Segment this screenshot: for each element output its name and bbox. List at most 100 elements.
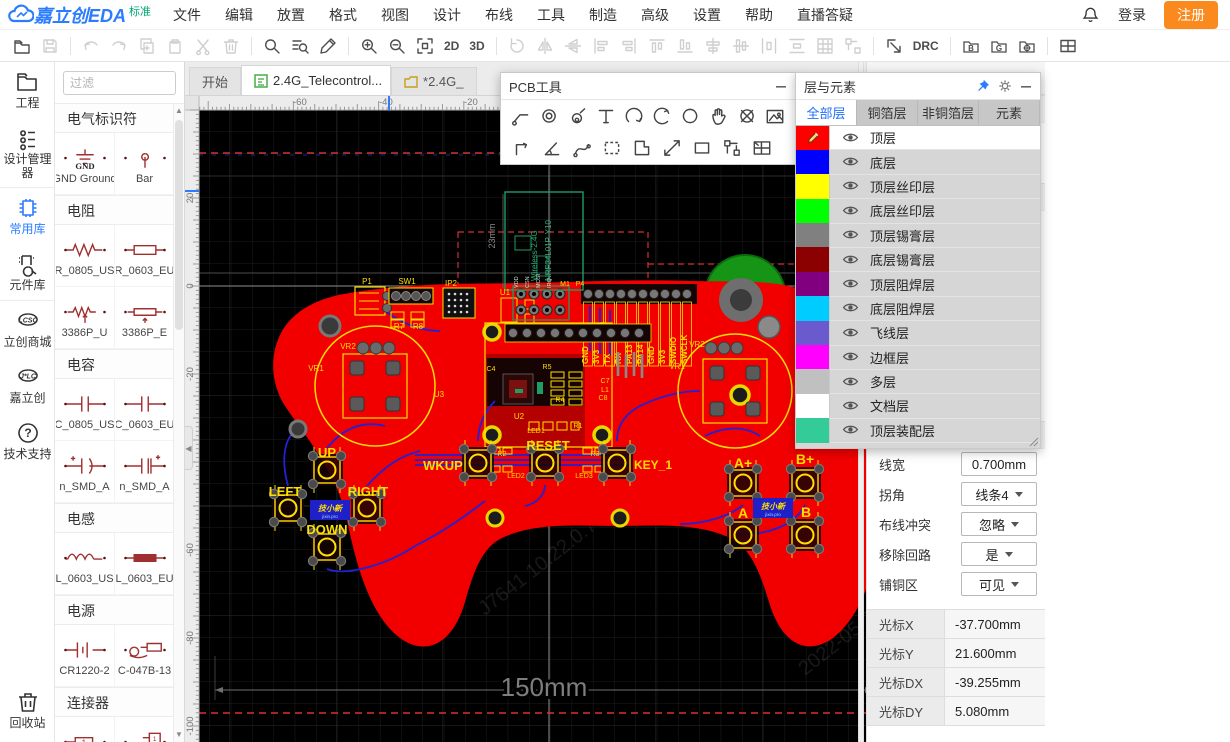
document-tab-0[interactable]: 开始	[189, 67, 241, 95]
zoom-out-button[interactable]	[383, 33, 411, 59]
layer-row-0[interactable]: 顶层	[796, 126, 1040, 150]
menu-item-0[interactable]: 文件	[161, 1, 213, 29]
library-component[interactable]: 1M-2.54	[55, 717, 115, 742]
pcb-tool-arc2[interactable]	[650, 103, 674, 129]
pcb-tool-track[interactable]	[509, 103, 533, 129]
property-dropdown[interactable]: 是	[961, 542, 1037, 566]
pin-icon[interactable]	[976, 79, 990, 93]
gerber-folder-button[interactable]: G	[985, 33, 1013, 59]
layer-row-3[interactable]: 底层丝印层	[796, 199, 1040, 223]
layers-tab-铜箔层[interactable]: 铜箔层	[857, 100, 918, 125]
pcb-tool-solidregion[interactable]	[629, 135, 655, 161]
sidebar-item-manager[interactable]: 设计管理器	[0, 118, 55, 188]
eye-icon[interactable]	[842, 275, 860, 293]
property-dropdown[interactable]: 线条4	[961, 482, 1037, 506]
layer-color-swatch[interactable]	[796, 321, 830, 345]
pcb-tool-text[interactable]	[594, 103, 618, 129]
layer-color-swatch[interactable]	[796, 174, 830, 198]
library-component[interactable]: 3386P_E	[115, 287, 175, 349]
property-dropdown[interactable]: 忽略	[961, 512, 1037, 536]
library-section-title[interactable]: 电容	[55, 349, 184, 379]
filter-input[interactable]	[63, 71, 176, 95]
menu-item-3[interactable]: 格式	[317, 1, 369, 29]
layer-color-swatch[interactable]	[796, 418, 830, 442]
layer-color-swatch[interactable]	[796, 199, 830, 223]
library-component[interactable]: 12F-2.54	[115, 717, 175, 742]
pcb-tool-dimension[interactable]	[539, 135, 565, 161]
eye-icon[interactable]	[842, 324, 860, 342]
pcb-tool-groupsel[interactable]	[719, 135, 745, 161]
notification-bell-icon[interactable]	[1081, 5, 1100, 25]
library-component[interactable]: C-047B-13	[115, 625, 175, 687]
menu-item-11[interactable]: 帮助	[733, 1, 785, 29]
layer-color-swatch[interactable]	[796, 296, 830, 320]
library-component[interactable]: R_0603_EU	[115, 225, 175, 287]
pcb-tool-selectrect[interactable]	[599, 135, 625, 161]
library-component[interactable]: 3386P_U	[55, 287, 115, 349]
eye-icon[interactable]	[842, 129, 860, 147]
app-logo[interactable]: 嘉立创EDA 标准	[0, 2, 161, 28]
resize-handle[interactable]	[1027, 435, 1039, 447]
eye-icon[interactable]	[842, 153, 860, 171]
pcb-tool-spline[interactable]	[569, 135, 595, 161]
layer-color-swatch[interactable]	[796, 223, 830, 247]
library-component[interactable]: n_SMD_A	[55, 441, 115, 503]
layer-color-swatch[interactable]	[796, 345, 830, 369]
pcb-tool-measure[interactable]	[659, 135, 685, 161]
pcb-tool-via[interactable]	[565, 103, 589, 129]
sidebar-item-project[interactable]: 工程	[0, 62, 55, 118]
eye-icon[interactable]	[842, 348, 860, 366]
drc-button[interactable]: DRC	[908, 33, 944, 59]
pcb-tool-hand[interactable]	[706, 103, 730, 129]
pcb-tool-keepout[interactable]	[735, 103, 759, 129]
library-component[interactable]: CR1220-2	[55, 625, 115, 687]
library-scrollbar[interactable]: ▲ ▼	[173, 104, 184, 742]
layer-row-8[interactable]: 飞线层	[796, 321, 1040, 345]
layer-row-9[interactable]: 边框层	[796, 346, 1040, 370]
layer-row-12[interactable]: 顶层装配层	[796, 419, 1040, 443]
bom-folder-button[interactable]: B	[957, 33, 985, 59]
eye-icon[interactable]	[842, 421, 860, 439]
format-brush-button[interactable]	[314, 33, 342, 59]
library-component[interactable]: R_0805_US	[55, 225, 115, 287]
menu-item-7[interactable]: 工具	[525, 1, 577, 29]
library-component[interactable]: L_0603_EU	[115, 533, 175, 595]
layer-color-swatch[interactable]	[796, 369, 830, 393]
view-3d-button[interactable]: 3D	[464, 33, 489, 59]
gear-icon[interactable]	[998, 79, 1012, 93]
layers-tab-非铜箔层[interactable]: 非铜箔层	[918, 100, 979, 125]
pcb-tool-polyline[interactable]	[509, 135, 535, 161]
pcb-tool-panelboard[interactable]	[749, 135, 775, 161]
zoom-fit-button[interactable]	[411, 33, 439, 59]
library-component[interactable]: L_0603_US	[55, 533, 115, 595]
eye-icon[interactable]	[842, 226, 860, 244]
layer-color-swatch[interactable]	[796, 247, 830, 271]
layers-tab-元素[interactable]: 元素	[979, 100, 1040, 125]
library-component[interactable]: Bar	[115, 133, 175, 195]
sidebar-item-lcsc[interactable]: LCSC立创商城	[0, 301, 55, 357]
menu-item-1[interactable]: 编辑	[213, 1, 265, 29]
property-input[interactable]: 0.700mm	[961, 452, 1037, 476]
eye-icon[interactable]	[842, 397, 860, 415]
library-component[interactable]: GNDGND Ground	[55, 133, 115, 195]
pcb-tool-rect[interactable]	[689, 135, 715, 161]
menu-item-8[interactable]: 制造	[577, 1, 629, 29]
search-button[interactable]	[258, 33, 286, 59]
library-component[interactable]: C_0805_US	[55, 379, 115, 441]
menu-item-9[interactable]: 高级	[629, 1, 681, 29]
layers-header[interactable]: 层与元素	[796, 73, 1040, 100]
pcb-tool-circle[interactable]	[678, 103, 702, 129]
menu-item-12[interactable]: 直播答疑	[785, 1, 865, 29]
eye-icon[interactable]	[842, 177, 860, 195]
find-component-button[interactable]	[286, 33, 314, 59]
library-section-title[interactable]: 电源	[55, 595, 184, 625]
layer-row-7[interactable]: 底层阻焊层	[796, 297, 1040, 321]
sidebar-item-jlc[interactable]: J*LC嘉立创	[0, 357, 55, 413]
library-component[interactable]: n_SMD_A	[115, 441, 175, 503]
minimize-icon[interactable]	[1020, 80, 1032, 92]
library-component[interactable]: C_0603_EU	[115, 379, 175, 441]
scrollbar-thumb[interactable]	[175, 120, 183, 330]
menu-item-6[interactable]: 布线	[473, 1, 525, 29]
layer-row-5[interactable]: 底层锡膏层	[796, 248, 1040, 272]
sidebar-item-help[interactable]: ?技术支持	[0, 413, 55, 469]
